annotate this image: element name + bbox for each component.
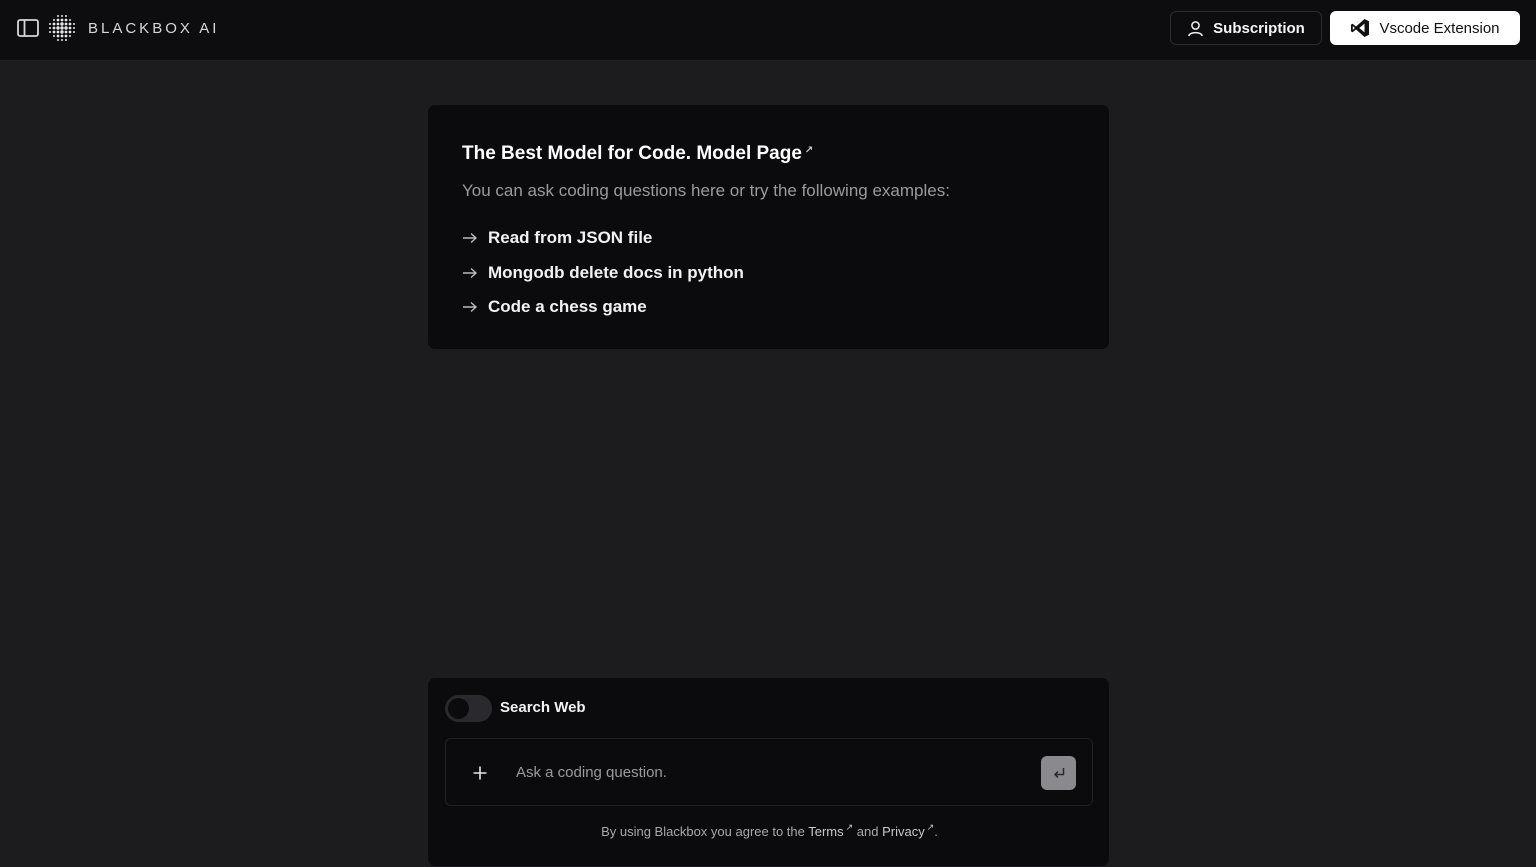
example-item[interactable]: Code a chess game — [462, 290, 744, 325]
blackbox-logo-icon — [49, 15, 75, 41]
terms-link[interactable]: Terms ↗ — [808, 822, 854, 839]
logo-dot — [56, 18, 60, 22]
terms-prefix: By using Blackbox you agree to the — [601, 824, 809, 839]
logo-dot — [68, 30, 72, 34]
intro-title-text: The Best Model for Code. Model Page — [462, 143, 802, 164]
arrow-right-icon — [462, 301, 480, 313]
logo-dot — [61, 39, 63, 41]
logo-dot — [60, 26, 64, 30]
logo-dot — [69, 19, 71, 21]
enter-icon — [1052, 766, 1066, 780]
intro-title[interactable]: The Best Model for Code. Model Page ↗ — [462, 143, 813, 165]
example-list: Read from JSON file Mongodb delete docs … — [462, 221, 744, 325]
logo-dot — [56, 22, 60, 26]
brand-name: BLACKBOX AI — [88, 19, 220, 37]
logo-dot — [57, 15, 59, 17]
logo-dot — [68, 26, 72, 30]
logo-dot — [65, 15, 67, 17]
logo-dot — [49, 31, 51, 33]
top-bar: BLACKBOX AI Subscription Vscode Extensio… — [0, 0, 1536, 61]
search-web-toggle[interactable] — [445, 695, 492, 722]
logo-dot — [64, 34, 68, 38]
example-item[interactable]: Mongodb delete docs in python — [462, 256, 744, 291]
arrow-right-icon — [462, 232, 480, 244]
logo-dot — [49, 27, 51, 29]
subscription-button[interactable]: Subscription — [1170, 11, 1322, 45]
logo-dot — [69, 35, 71, 37]
logo-dot — [60, 30, 64, 34]
privacy-label: Privacy — [882, 824, 925, 839]
example-label: Mongodb delete docs in python — [488, 262, 744, 282]
intro-subtitle: You can ask coding questions here or try… — [462, 181, 950, 200]
question-input[interactable] — [514, 757, 1014, 787]
logo-dot — [56, 34, 60, 38]
external-link-icon: ↗ — [845, 822, 854, 832]
logo-dot — [73, 31, 75, 33]
logo-dot — [64, 30, 68, 34]
question-input-box — [445, 738, 1093, 806]
logo-dot — [53, 35, 55, 37]
logo-dot — [61, 15, 63, 17]
external-link-icon: ↗ — [804, 145, 814, 156]
subscription-label: Subscription — [1213, 19, 1305, 37]
toggle-knob — [448, 698, 469, 719]
logo-dot — [49, 23, 51, 25]
terms-notice: By using Blackbox you agree to the Terms… — [428, 822, 1111, 839]
intro-card: The Best Model for Code. Model Page ↗ You… — [427, 104, 1110, 350]
logo-dot — [53, 19, 55, 21]
terms-middle: and — [853, 824, 883, 839]
terms-suffix: . — [934, 824, 938, 839]
example-label: Code a chess game — [488, 297, 647, 317]
plus-icon[interactable] — [468, 761, 492, 785]
logo-dot — [60, 18, 64, 22]
send-button[interactable] — [1041, 756, 1076, 790]
sidebar-toggle-icon[interactable] — [16, 17, 40, 39]
logo-dot — [60, 22, 64, 26]
chat-composer: Search Web By using Blackbox you agree t… — [427, 677, 1110, 867]
logo-dot — [68, 22, 72, 26]
vscode-icon — [1350, 18, 1370, 38]
logo-dot — [52, 22, 56, 26]
privacy-link[interactable]: Privacy ↗ — [882, 822, 935, 839]
logo-dot — [73, 23, 75, 25]
search-web-label: Search Web — [500, 699, 586, 716]
vscode-label: Vscode Extension — [1379, 19, 1500, 37]
brand-logo[interactable]: BLACKBOX AI — [46, 11, 219, 45]
logo-dot — [64, 18, 68, 22]
example-item[interactable]: Read from JSON file — [462, 221, 744, 256]
logo-dot — [52, 26, 56, 30]
logo-dot — [56, 26, 60, 30]
arrow-right-icon — [462, 267, 480, 279]
user-icon — [1187, 20, 1204, 37]
logo-dot — [64, 22, 68, 26]
example-label: Read from JSON file — [488, 228, 653, 248]
logo-dot — [73, 27, 75, 29]
vscode-extension-button[interactable]: Vscode Extension — [1330, 11, 1520, 45]
logo-dot — [57, 39, 59, 41]
terms-label: Terms — [808, 824, 844, 839]
logo-dot — [64, 26, 68, 30]
logo-dot — [65, 39, 67, 41]
external-link-icon: ↗ — [926, 822, 935, 832]
logo-dot — [60, 34, 64, 38]
logo-dot — [56, 30, 60, 34]
logo-dot — [52, 30, 56, 34]
